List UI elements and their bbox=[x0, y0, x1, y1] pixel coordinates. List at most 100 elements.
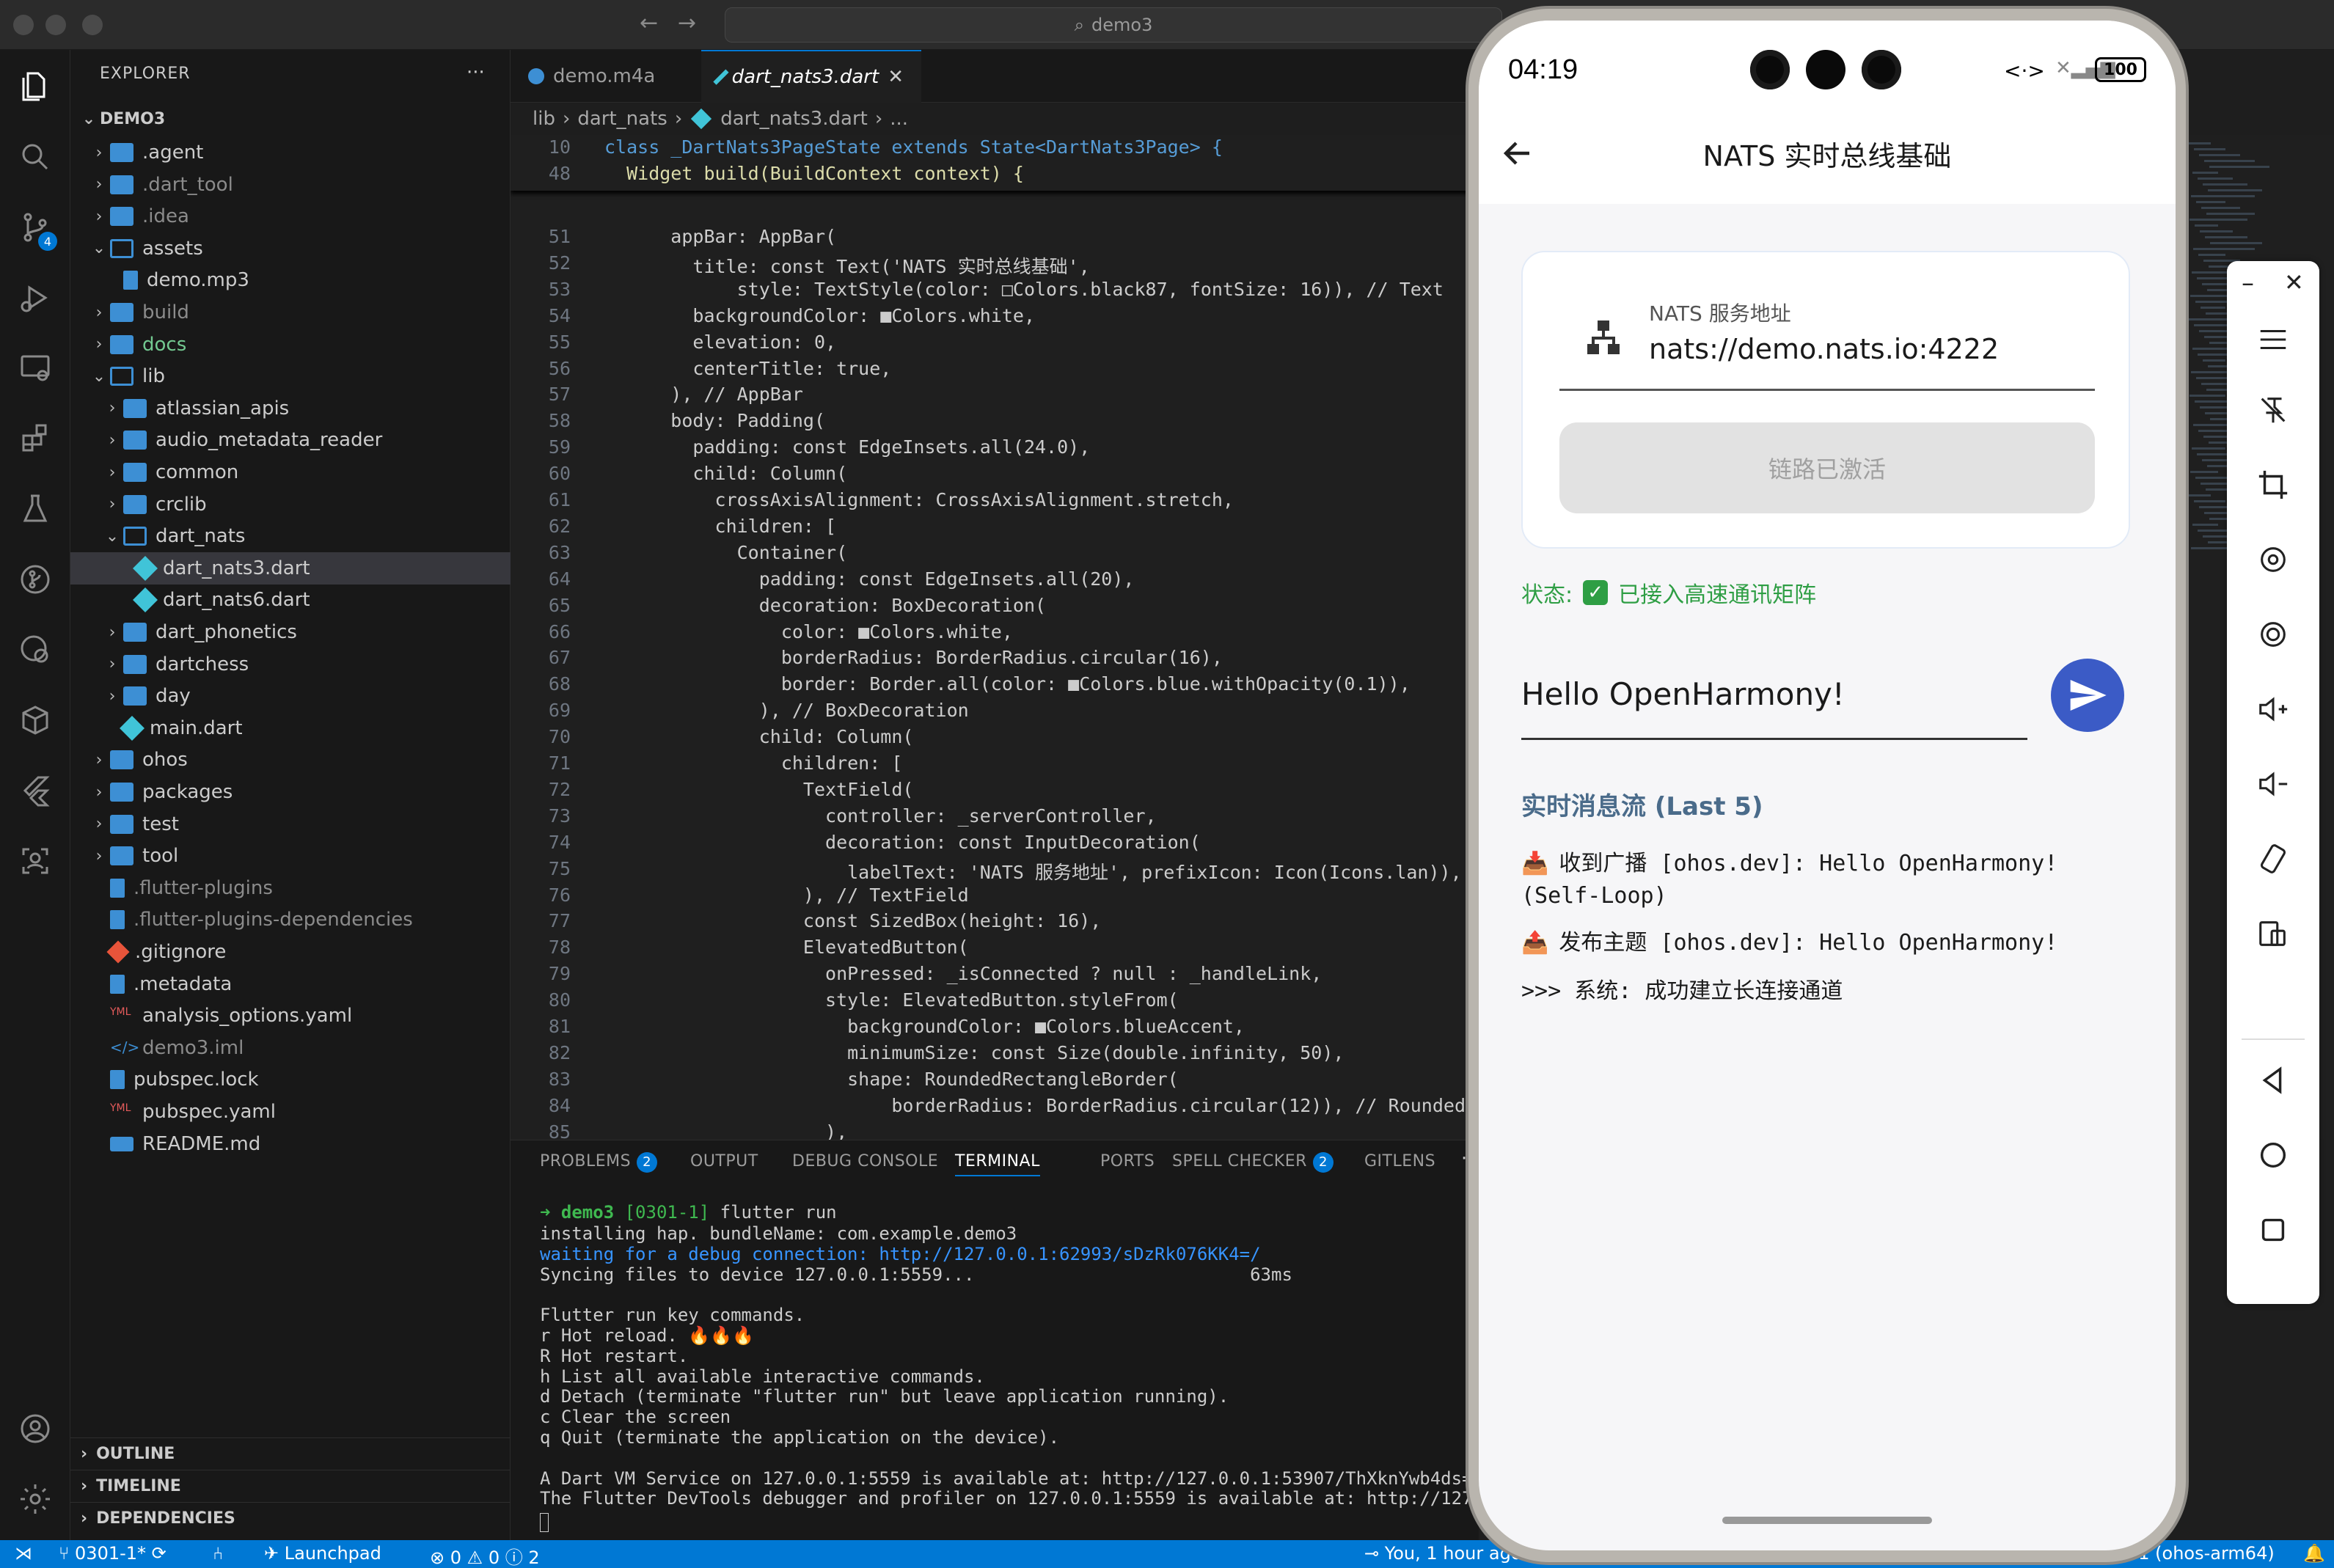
tree-folder[interactable]: › day bbox=[70, 680, 511, 712]
code-line[interactable]: ), // BoxDecoration bbox=[604, 700, 969, 721]
breadcrumb-lib[interactable]: lib bbox=[533, 108, 555, 130]
remote-icon[interactable]: ⋊ bbox=[15, 1543, 32, 1564]
branch-status[interactable]: ⑂ 0301-1* ⟳ bbox=[59, 1543, 167, 1564]
tree-file[interactable]: main.dart bbox=[70, 712, 511, 744]
code-line[interactable]: child: Column( bbox=[604, 463, 847, 484]
code-line[interactable]: backgroundColor: ■Colors.blueAccent, bbox=[604, 1016, 1245, 1037]
tree-file[interactable]: demo.mp3 bbox=[70, 264, 511, 296]
tree-file[interactable]: .metadata bbox=[70, 968, 511, 1000]
dependencies-section[interactable]: › DEPENDENCIES bbox=[70, 1502, 511, 1534]
flutter-icon[interactable] bbox=[13, 769, 57, 813]
git-graph-status-icon[interactable]: ⑃ bbox=[213, 1543, 223, 1564]
tree-folder[interactable]: › .agent bbox=[70, 136, 511, 169]
explorer-icon[interactable] bbox=[13, 65, 57, 109]
code-line[interactable]: centerTitle: true, bbox=[604, 358, 891, 379]
forward-arrow-icon[interactable]: → bbox=[678, 10, 696, 36]
code-line[interactable]: borderRadius: BorderRadius.circular(16), bbox=[604, 647, 1223, 668]
code-line[interactable]: const SizedBox(height: 16), bbox=[604, 910, 1101, 931]
tab-demo-m4a[interactable]: demo.m4a bbox=[511, 50, 701, 103]
code-line[interactable]: appBar: AppBar( bbox=[604, 226, 836, 247]
code-line[interactable]: shape: RoundedRectangleBorder( bbox=[604, 1069, 1179, 1090]
scan-person-icon[interactable] bbox=[13, 839, 57, 883]
outline-section[interactable]: › OUTLINE bbox=[70, 1437, 511, 1470]
code-line[interactable]: ), bbox=[604, 1121, 847, 1140]
tree-folder[interactable]: › dart_phonetics bbox=[70, 616, 511, 648]
code-line[interactable]: controller: _serverController, bbox=[604, 805, 1157, 827]
tree-folder[interactable]: › common bbox=[70, 456, 511, 488]
code-line[interactable]: padding: const EdgeInsets.all(20), bbox=[604, 568, 1135, 590]
code-line[interactable]: children: [ bbox=[604, 516, 837, 537]
multi-device-icon[interactable] bbox=[2253, 914, 2293, 953]
code-line[interactable]: borderRadius: BorderRadius.circular(12))… bbox=[604, 1095, 1479, 1116]
pin-off-icon[interactable] bbox=[2253, 390, 2293, 430]
sticky-line[interactable]: Widget build(BuildContext context) { bbox=[604, 163, 1024, 184]
breadcrumb-file[interactable]: dart_nats3.dart bbox=[720, 108, 868, 130]
search-icon[interactable] bbox=[13, 135, 57, 179]
tree-folder[interactable]: › packages bbox=[70, 776, 511, 808]
tree-folder[interactable]: › audio_metadata_reader bbox=[70, 424, 511, 456]
code-line[interactable]: TextField( bbox=[604, 779, 914, 800]
code-line[interactable]: minimumSize: const Size(double.infinity,… bbox=[604, 1042, 1344, 1063]
volume-down-icon[interactable] bbox=[2253, 764, 2293, 804]
code-line[interactable]: style: TextStyle(color: □Colors.black87,… bbox=[604, 279, 1444, 300]
remote-explorer-icon[interactable] bbox=[13, 346, 57, 390]
blame-status[interactable]: ⊸ You, 1 hour ago bbox=[1364, 1543, 1522, 1564]
code-line[interactable]: ElevatedButton( bbox=[604, 937, 969, 958]
minimize-window-button[interactable] bbox=[45, 15, 66, 35]
sticky-line[interactable]: class _DartNats3PageState extends State<… bbox=[604, 136, 1223, 158]
tree-folder[interactable]: ⌄ lib bbox=[70, 360, 511, 392]
code-line[interactable]: onPressed: _isConnected ? null : _handle… bbox=[604, 963, 1322, 984]
panel-tab-problems[interactable]: PROBLEMS 2 bbox=[540, 1152, 658, 1173]
timeline-section[interactable]: › TIMELINE bbox=[70, 1470, 511, 1502]
volume-up-icon[interactable] bbox=[2253, 689, 2293, 729]
code-line[interactable]: elevation: 0, bbox=[604, 331, 836, 353]
breadcrumb-symbol[interactable]: ... bbox=[890, 108, 908, 130]
code-line[interactable]: backgroundColor: ■Colors.white, bbox=[604, 305, 1035, 326]
panel-tab-ports[interactable]: PORTS bbox=[1100, 1152, 1155, 1170]
menu-icon[interactable] bbox=[2253, 320, 2293, 359]
close-tab-icon[interactable]: ✕ bbox=[888, 66, 904, 88]
workspace-root[interactable]: ⌄ DEMO3 bbox=[78, 103, 165, 135]
tree-file[interactable]: .flutter-plugins bbox=[70, 872, 511, 904]
code-line[interactable]: body: Padding( bbox=[604, 410, 825, 431]
extensions-icon[interactable] bbox=[13, 417, 57, 461]
testing-flask-icon[interactable] bbox=[13, 487, 57, 531]
code-line[interactable]: border: Border.all(color: ■Colors.blue.w… bbox=[604, 673, 1411, 695]
tab-dart-nats3[interactable]: dart_nats3.dart ✕ bbox=[701, 50, 921, 103]
nav-back-icon[interactable] bbox=[2253, 1060, 2293, 1100]
tree-folder[interactable]: › test bbox=[70, 808, 511, 840]
send-button[interactable] bbox=[2051, 659, 2124, 732]
code-line[interactable]: title: const Text('NATS 实时总线基础', bbox=[604, 252, 1089, 279]
code-line[interactable]: color: ■Colors.white, bbox=[604, 621, 1013, 642]
tree-folder[interactable]: › .dart_tool bbox=[70, 169, 511, 201]
tree-folder[interactable]: ⌄ assets bbox=[70, 232, 511, 265]
tree-folder[interactable]: › crclib bbox=[70, 488, 511, 521]
code-line[interactable]: labelText: 'NATS 服务地址', prefixIcon: Icon… bbox=[604, 858, 1462, 884]
tree-file[interactable]: YML analysis_options.yaml bbox=[70, 1000, 511, 1032]
panel-tab-spell-checker[interactable]: SPELL CHECKER 2 bbox=[1172, 1152, 1334, 1173]
code-editor[interactable]: 51 appBar: AppBar(52 title: const Text('… bbox=[511, 135, 1479, 1140]
rotate-device-icon[interactable] bbox=[2253, 839, 2293, 879]
tree-file[interactable]: .flutter-plugins-dependencies bbox=[70, 904, 511, 936]
code-line[interactable]: Container( bbox=[604, 542, 848, 563]
code-line[interactable]: padding: const EdgeInsets.all(24.0), bbox=[604, 436, 1090, 458]
tree-file[interactable]: pubspec.lock bbox=[70, 1063, 511, 1096]
panel-tab-terminal[interactable]: TERMINAL bbox=[955, 1152, 1040, 1176]
code-line[interactable]: child: Column( bbox=[604, 726, 914, 747]
containers-icon[interactable] bbox=[13, 698, 57, 742]
command-center-search[interactable]: ⌕ demo3 bbox=[725, 7, 1502, 43]
nav-recents-icon[interactable] bbox=[2253, 1210, 2293, 1250]
settings-gear-icon[interactable] bbox=[13, 1477, 57, 1521]
tree-folder[interactable]: › .idea bbox=[70, 200, 511, 232]
server-field-input[interactable]: nats://demo.nats.io:4222 bbox=[1649, 333, 1999, 365]
code-line[interactable]: ), // TextField bbox=[604, 884, 969, 906]
code-line[interactable]: decoration: BoxDecoration( bbox=[604, 595, 1046, 616]
panel-tab-gitlens[interactable]: GITLENS bbox=[1364, 1152, 1435, 1170]
rotate-icon[interactable] bbox=[2253, 540, 2293, 579]
problems-status[interactable]: ⊗ 0 ⚠ 0 ⓘ 2 bbox=[430, 1543, 540, 1568]
tree-file[interactable]: dart_nats6.dart bbox=[70, 584, 511, 616]
tree-file[interactable]: README.md bbox=[70, 1128, 511, 1160]
tree-folder[interactable]: › build bbox=[70, 296, 511, 329]
maximize-window-button[interactable] bbox=[82, 15, 103, 35]
code-line[interactable]: crossAxisAlignment: CrossAxisAlignment.s… bbox=[604, 489, 1234, 510]
